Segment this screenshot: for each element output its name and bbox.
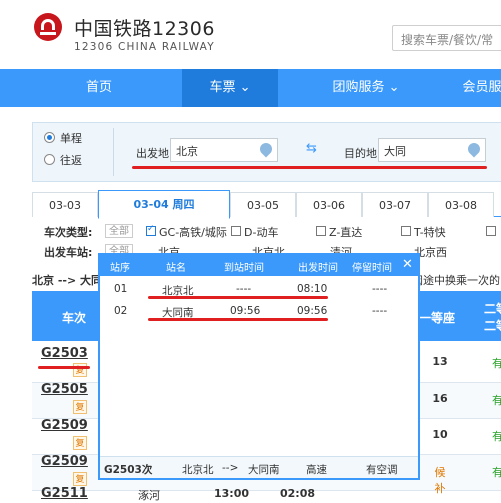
train-number[interactable]: G2509 [41,454,88,469]
col-second-class: 二等 [484,302,501,316]
main-nav: 首页 车票 ⌄ 团购服务 ⌄ 会员服 [0,69,501,107]
first-class-count: 16 [432,392,448,405]
annotation-underline [148,296,328,299]
nav-member[interactable]: 会员服 [452,69,501,107]
date-tab[interactable]: 03-05 [230,192,296,217]
reissue-badge: 复 [73,472,87,486]
popup-train-number: G2503次 [104,464,153,476]
type-z-label: Z-直达 [329,226,363,239]
close-icon[interactable]: ✕ [402,257,413,273]
stop-seq: 02 [114,305,128,317]
departure-station-label: 出发车站: [44,246,93,259]
reissue-badge: 复 [73,436,87,450]
col-train: 车次 [62,311,87,325]
type-z-checkbox[interactable] [316,226,326,236]
date-tab-selected[interactable]: 03-04 周四 [98,190,230,219]
nav-group-service[interactable]: 团购服务 ⌄ [316,69,416,107]
second-class-status: 有 [492,394,501,407]
nav-home[interactable]: 首页 [60,69,138,107]
arrive-time: 02:08 [280,487,316,500]
type-t-label: T-特快 [414,226,446,239]
popup-train-kind: 高速 [306,464,327,476]
first-class-count: 10 [432,428,448,441]
popup-ac: 有空调 [366,464,398,476]
popup-to: 大同南 [248,464,280,476]
second-class-status: 有 [492,430,501,443]
stop-stay: ---- [372,283,388,295]
second-class-status: 有 [492,466,501,479]
annotation-underline [132,166,487,169]
type-gc-checkbox[interactable] [146,224,156,236]
popup-col-seq: 站序 [110,263,130,274]
type-more-checkbox[interactable] [486,226,496,236]
swap-stations-icon[interactable]: ⇆ [306,142,322,155]
round-trip-label: 往返 [60,154,82,167]
table-row[interactable]: G2511 涿河 13:00 02:08 [32,486,501,502]
one-way-label: 单程 [60,132,82,145]
train-number[interactable]: G2503 [41,346,88,361]
date-tab[interactable]: 03-07 [362,192,428,217]
all-types-chip[interactable]: 全部 [105,224,133,238]
first-class-count: 13 [432,355,448,368]
col-second-class-2: 二等 [484,319,501,333]
stop-depart: 08:10 [297,283,328,295]
to-label: 目的地 [344,147,377,160]
brand-title: 中国铁路12306 [74,18,215,40]
date-tab[interactable]: 03-03 [32,192,98,217]
panel-divider [113,128,114,176]
annotation-underline [38,366,90,369]
stop-depart: 09:56 [297,305,328,317]
train-number[interactable]: G2509 [41,418,88,433]
second-class-status: 有 [492,357,501,370]
popup-arrow: --> [222,462,239,474]
train-number[interactable]: G2511 [41,486,88,501]
route-summary: 北京 --> 大同 [32,274,103,287]
from-label: 出发地 [136,147,169,160]
type-gc-label: GC-高铁/城际 [159,226,227,239]
stop-arrive: ---- [236,283,252,295]
railway-logo-icon [34,13,62,41]
train-type-label: 车次类型: [44,226,93,239]
nav-tickets[interactable]: 车票 ⌄ [182,69,278,107]
date-tab[interactable]: 03-06 [296,192,362,217]
annotation-underline [148,318,328,321]
popup-from: 北京北 [182,464,214,476]
popup-col-depart: 出发时间 [298,263,338,274]
transfer-hint[interactable]: 闼途中换乘一次的 [412,272,500,288]
col-first-class: 一等座 [419,311,456,325]
depart-time: 13:00 [214,487,250,500]
type-d-label: D-动车 [244,226,279,239]
stop-stay: ---- [372,305,388,317]
popup-col-arrive: 到站时间 [224,263,264,274]
one-way-radio[interactable] [44,132,55,143]
date-tab[interactable]: 03-08 [428,192,494,217]
popup-col-stay: 停留时间 [352,263,392,274]
round-trip-radio[interactable] [44,154,55,165]
train-number[interactable]: G2505 [41,382,88,397]
brand-subtitle: 12306 CHINA RAILWAY [74,41,215,53]
type-t-checkbox[interactable] [401,226,411,236]
stop-arrive: 09:56 [230,305,261,317]
reissue-badge: 复 [73,400,87,414]
type-d-checkbox[interactable] [231,226,241,236]
popup-col-station: 站名 [166,263,186,274]
stop-seq: 01 [114,283,128,295]
site-search-input[interactable]: 搜索车票/餐饮/常 [392,25,501,51]
